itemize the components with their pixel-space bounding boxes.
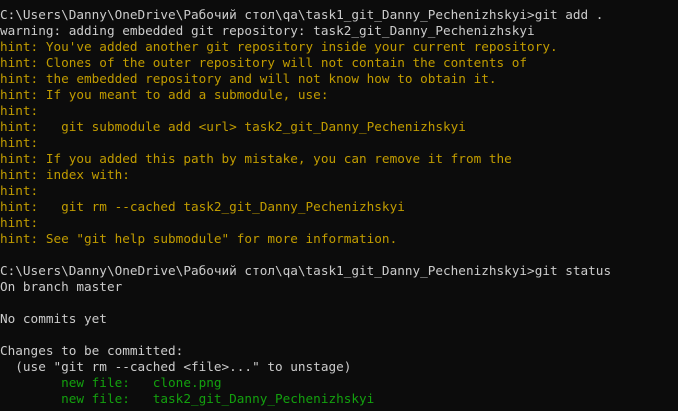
hint-line: hint: If you meant to add a submodule, u… (0, 87, 329, 102)
hint-line: hint: index with: (0, 167, 130, 182)
hint-line: hint: Clones of the outer repository wil… (0, 55, 528, 70)
hint-line: hint: git submodule add <url> task2_git_… (0, 119, 466, 134)
staged-file-line: new file: task2_git_Danny_Pechenizhskyi (0, 391, 375, 406)
commits-line: No commits yet (0, 311, 107, 326)
staged-file-line: new file: clone.png (0, 375, 222, 390)
hint-line: hint: See "git help submodule" for more … (0, 231, 398, 246)
terminal-window[interactable]: C:\Users\Danny\OneDrive\Рабочий стол\qa\… (0, 0, 678, 411)
hint-line: hint: git rm --cached task2_git_Danny_Pe… (0, 199, 405, 214)
command-line-git-status: C:\Users\Danny\OneDrive\Рабочий стол\qa\… (0, 263, 612, 278)
hint-line: hint: (0, 183, 39, 198)
hint-line: hint: the embedded repository and will n… (0, 71, 497, 86)
warning-line: warning: adding embedded git repository:… (0, 23, 535, 38)
branch-line: On branch master (0, 279, 123, 294)
hint-line: hint: (0, 103, 39, 118)
hint-line: hint: (0, 215, 39, 230)
hint-line: hint: You've added another git repositor… (0, 39, 558, 54)
command-line-git-add: C:\Users\Danny\OneDrive\Рабочий стол\qa\… (0, 7, 604, 22)
hint-line: hint: (0, 135, 39, 150)
hint-line: hint: If you added this path by mistake,… (0, 151, 512, 166)
unstage-hint-line: (use "git rm --cached <file>..." to unst… (0, 359, 352, 374)
changes-header-line: Changes to be committed: (0, 343, 184, 358)
